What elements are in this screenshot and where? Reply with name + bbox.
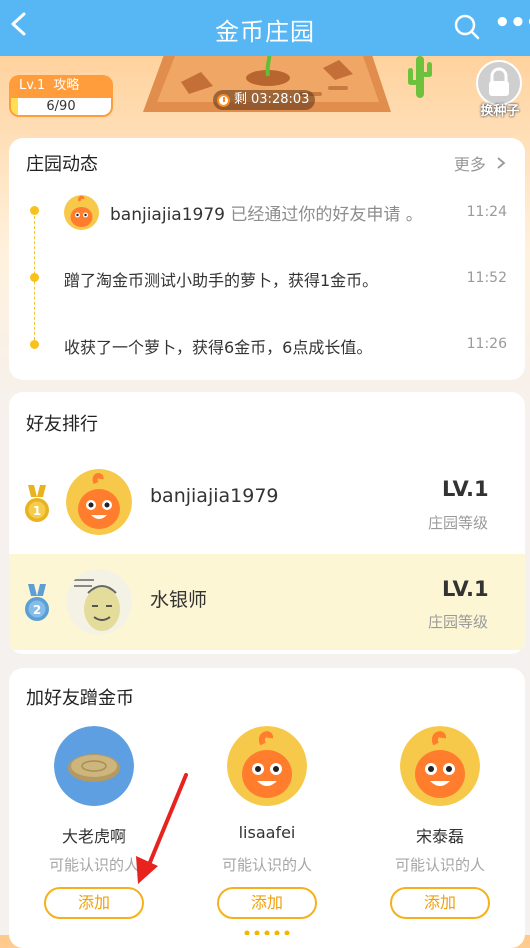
change-seed-label: 换种子: [480, 104, 520, 119]
friend-name: 宋泰磊: [415, 827, 464, 846]
farm-level-label: 庄园等级: [428, 613, 489, 631]
timer-value: 03:28:03: [251, 92, 310, 107]
search-button[interactable]: [452, 12, 482, 42]
timeline-dot: [30, 206, 39, 215]
friend-name: 水银师: [150, 589, 208, 611]
timeline-dot: [30, 340, 39, 349]
friend-name: lisaafei: [238, 823, 296, 842]
avatar[interactable]: [66, 469, 132, 535]
clock-icon: [217, 93, 230, 107]
farm-level-label: 庄园等级: [428, 514, 489, 532]
rank-number: 2: [33, 603, 41, 617]
harvest-timer: 剩 03:28:03: [213, 90, 316, 110]
top-navigation-bar: 金币庄园 •••: [0, 0, 530, 56]
chevron-right-icon: [497, 157, 506, 169]
page-indicator: [244, 930, 290, 935]
page-title: 金币庄园: [215, 18, 315, 46]
farm-news-card: 庄园动态 更多 banjiajia1979 已经通过你的好友申请 。 11:24…: [9, 138, 525, 380]
ranking-row[interactable]: 2 水银师 LV.1 庄园等级: [9, 554, 525, 650]
change-seed-button[interactable]: 换种子: [474, 60, 526, 119]
friend-suggestion: lisaafei 可能认识的人 添加: [191, 726, 341, 926]
avatar[interactable]: [66, 569, 132, 635]
friend-level: LV.1: [442, 477, 489, 501]
timeline-dot: [30, 273, 39, 282]
level-header: Lv.1 攻略: [9, 75, 113, 97]
avatar[interactable]: [54, 726, 134, 806]
news-time: 11:24: [466, 204, 507, 220]
news-time: 11:52: [466, 270, 507, 286]
silver-medal-icon: 2: [25, 584, 49, 621]
add-friends-title: 加好友蹭金币: [26, 688, 134, 709]
add-friend-button[interactable]: 添加: [217, 887, 317, 919]
farm-level-widget[interactable]: Lv.1 攻略 6/90: [9, 75, 113, 119]
add-friend-button[interactable]: 添加: [390, 887, 490, 919]
level-label: Lv.1: [19, 78, 46, 93]
friend-ranking-card: 好友排行 1 banjiajia1979 LV.1 庄园等级 2 水银师 LV.…: [9, 392, 525, 654]
news-item-text: 蹭了淘金币测试小助手的萝卜，获得1金币。: [64, 271, 379, 290]
friend-suggestion: 宋泰磊 可能认识的人 添加: [364, 726, 514, 926]
friend-suggestion: 大老虎啊 可能认识的人 添加: [18, 726, 168, 926]
guide-label[interactable]: 攻略: [53, 78, 79, 93]
friend-subtitle: 可能认识的人: [221, 856, 312, 874]
gold-medal-icon: 1: [25, 485, 49, 522]
search-icon: [454, 14, 480, 40]
news-item: banjiajia1979 已经通过你的好友申请 。: [110, 200, 423, 225]
farm-news-title: 庄园动态: [26, 154, 98, 175]
friend-subtitle: 可能认识的人: [48, 856, 139, 874]
friend-ranking-title: 好友排行: [26, 414, 98, 435]
avatar[interactable]: [64, 195, 99, 230]
add-friend-button[interactable]: 添加: [44, 887, 144, 919]
news-time: 11:26: [466, 336, 507, 352]
more-news-link[interactable]: 更多: [454, 151, 507, 175]
more-dots-icon[interactable]: •••: [494, 10, 530, 40]
lock-icon: [489, 67, 509, 96]
friend-name: banjiajia1979: [150, 485, 279, 507]
avatar[interactable]: [400, 726, 480, 806]
level-progress-text: 6/90: [46, 99, 76, 114]
friend-level: LV.1: [442, 577, 489, 601]
news-user-name[interactable]: banjiajia1979: [110, 205, 225, 225]
more-label: 更多: [453, 155, 486, 174]
timer-prefix: 剩: [234, 92, 248, 107]
news-item-text: 收获了一个萝卜，获得6金币，6点成长值。: [64, 338, 373, 357]
rank-number: 1: [33, 504, 41, 518]
friend-name: 大老虎啊: [61, 827, 126, 846]
avatar[interactable]: [227, 726, 307, 806]
add-friends-card: 加好友蹭金币 大老虎啊 可能认识的人 添加 lisaafei 可能认识的人 添加…: [9, 668, 525, 948]
cactus-icon: [408, 56, 432, 98]
level-progress-bar: 6/90: [9, 96, 113, 117]
ranking-row[interactable]: 1 banjiajia1979 LV.1 庄园等级: [9, 454, 525, 550]
friend-subtitle: 可能认识的人: [394, 856, 485, 874]
news-item-text: 已经通过你的好友申请 。: [230, 205, 423, 225]
